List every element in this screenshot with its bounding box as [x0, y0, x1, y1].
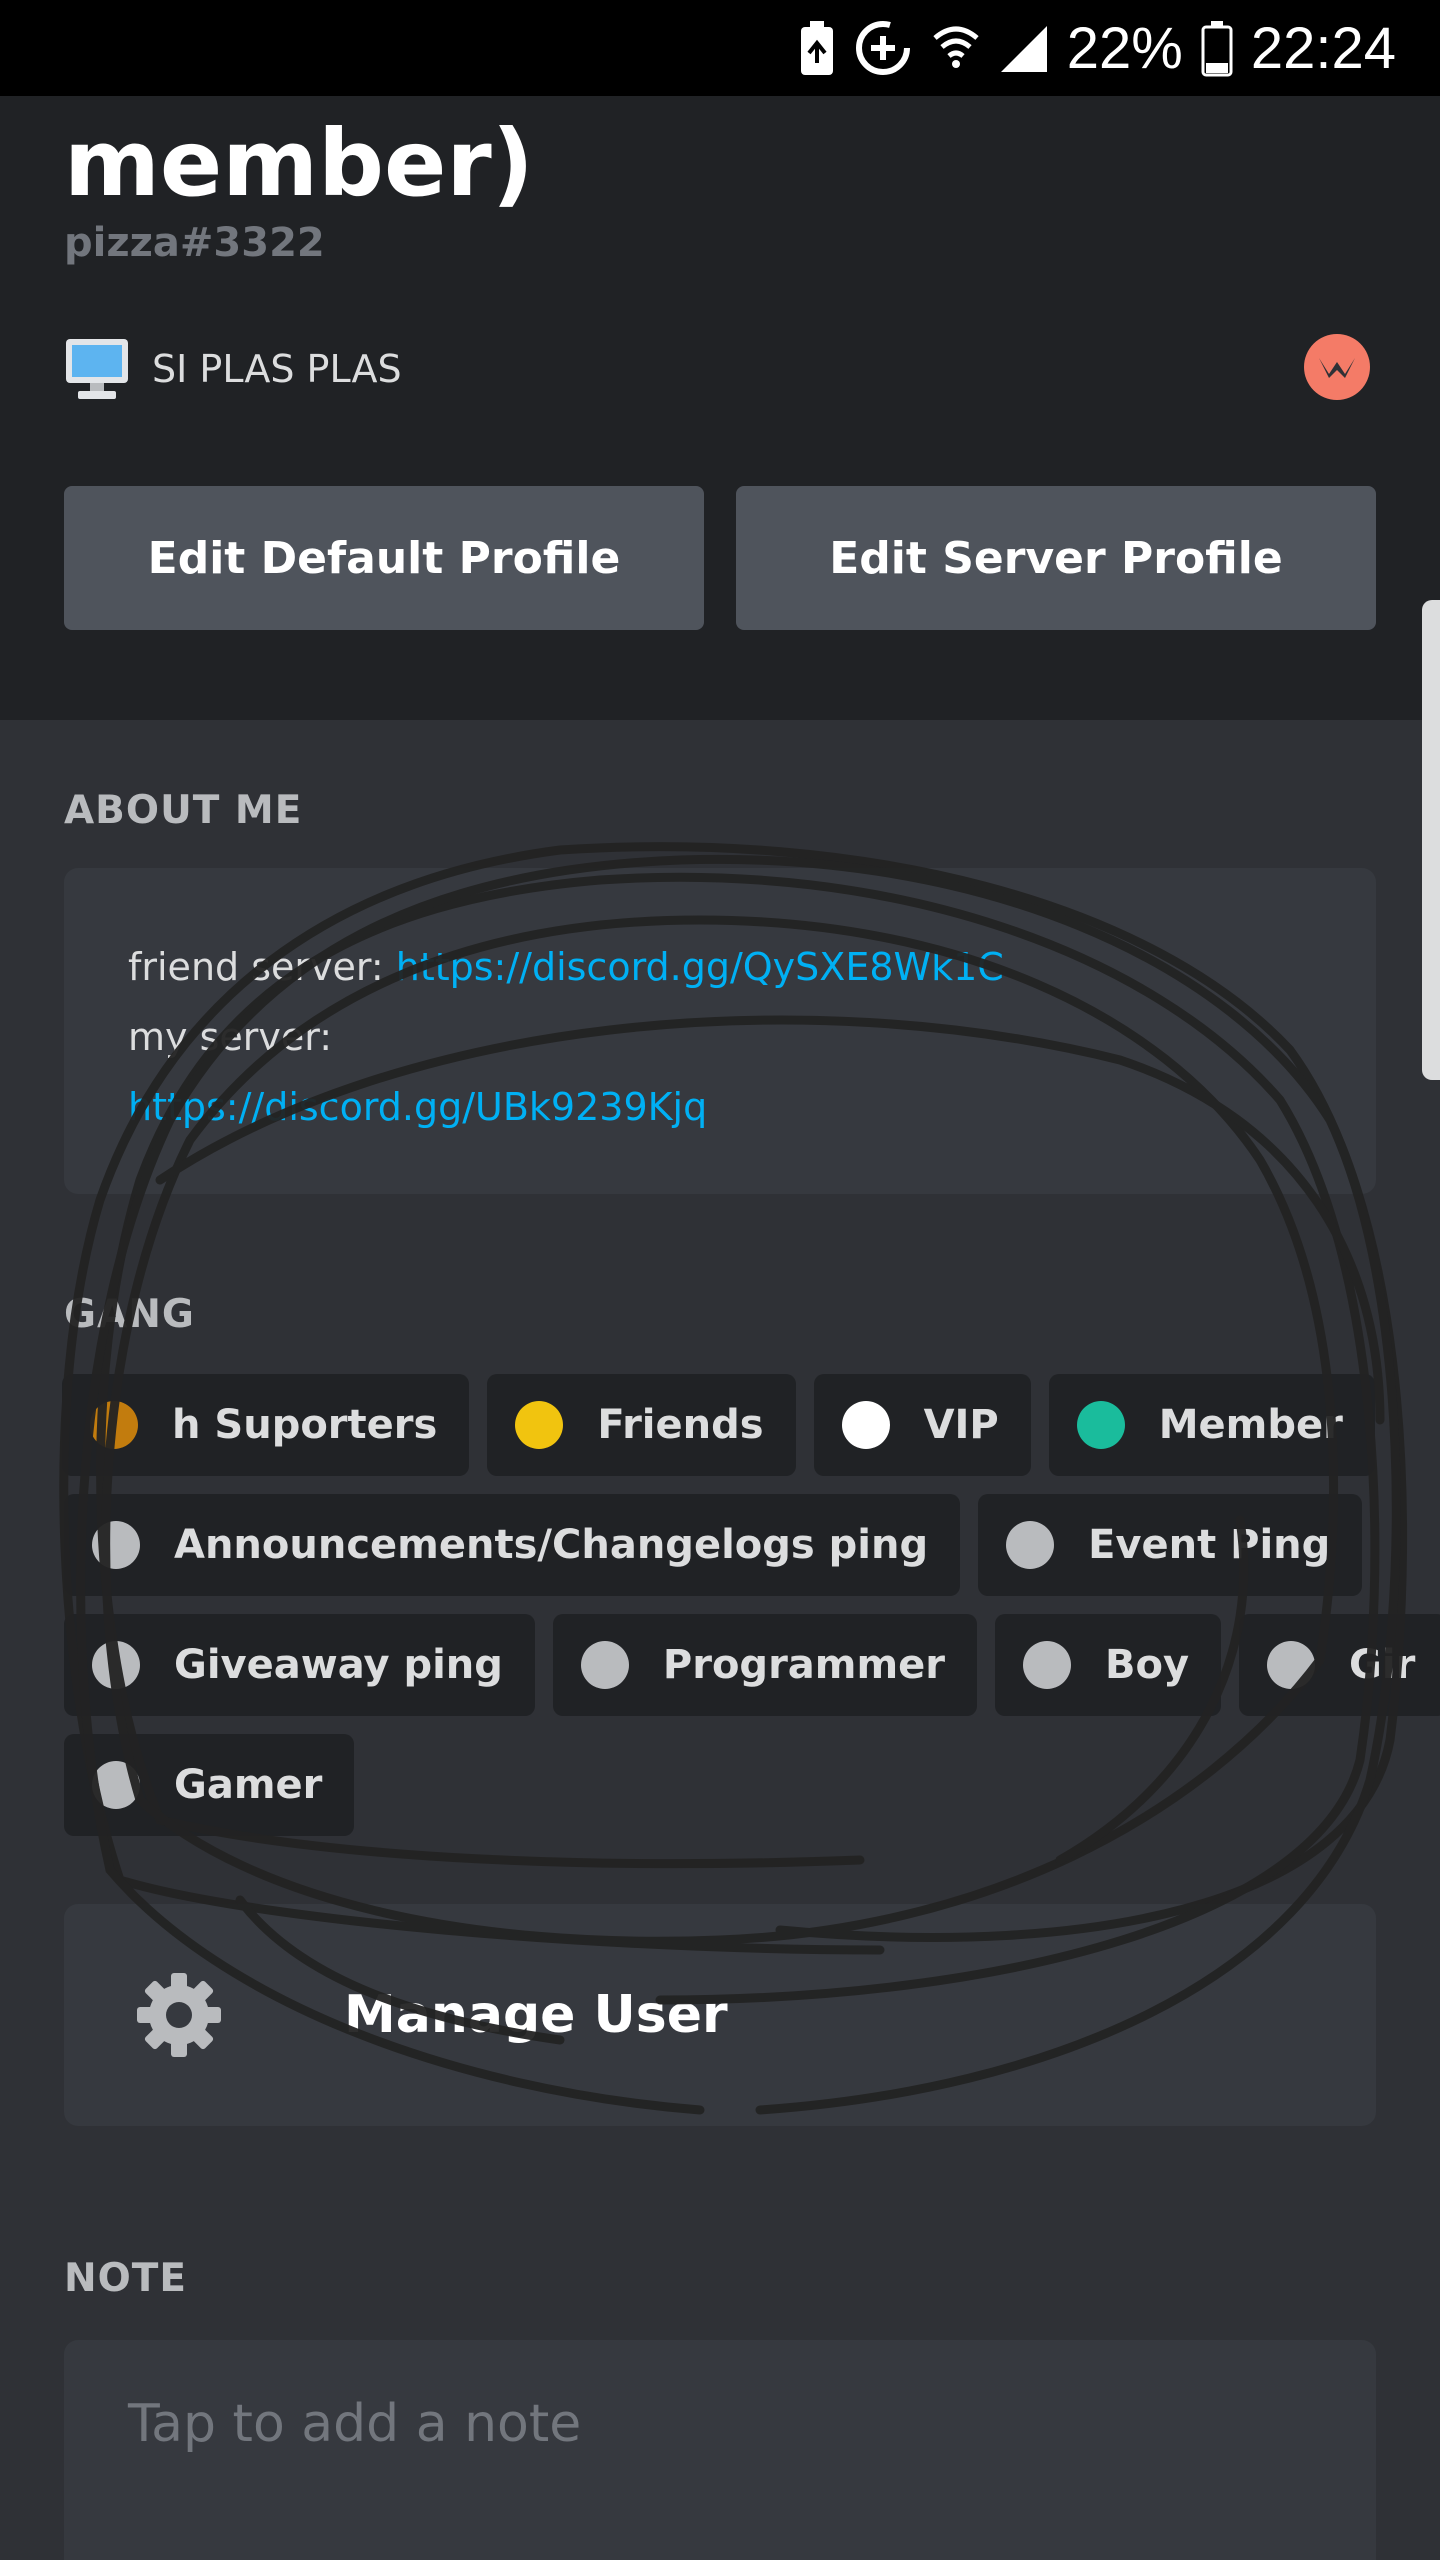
- cellular-signal-icon: [999, 22, 1049, 74]
- scrollbar[interactable]: [1422, 600, 1440, 1080]
- role-label: Gamer: [174, 1762, 323, 1808]
- roles-heading: GANG: [64, 1292, 195, 1337]
- clock: 22:24: [1250, 15, 1396, 81]
- battery-percent: 22%: [1066, 15, 1183, 81]
- role-color-dot: [92, 1761, 140, 1809]
- status-bar: 22% 22:24: [0, 0, 1440, 96]
- role-label: VIP: [923, 1402, 999, 1448]
- note-heading: NOTE: [64, 2256, 188, 2301]
- role-color-dot: [1076, 1401, 1125, 1449]
- role-chip[interactable]: VIP: [813, 1374, 1031, 1476]
- role-label: h Suporters: [172, 1402, 438, 1448]
- role-color-dot: [515, 1401, 564, 1449]
- role-label: Event Ping: [1088, 1522, 1331, 1568]
- role-chip[interactable]: Announcements/Changelogs ping: [64, 1494, 961, 1596]
- about-me-box: friend server: https://discord.gg/QySXE8…: [64, 868, 1376, 1194]
- role-color-dot: [580, 1641, 629, 1689]
- my-server-link[interactable]: https://discord.gg/UBk9239Kjq: [128, 1072, 1312, 1142]
- role-color-dot: [1023, 1641, 1071, 1689]
- role-color-dot: [92, 1521, 140, 1569]
- role-chip[interactable]: Gir: [1239, 1614, 1440, 1716]
- about-me-heading: ABOUT ME: [64, 788, 303, 833]
- desktop-monitor-icon: [66, 339, 128, 399]
- profile-header: member) pizza#3322 SI PLAS PLAS Edit Def…: [0, 96, 1440, 720]
- role-label: Gir: [1349, 1642, 1416, 1688]
- battery-saver-icon: [799, 19, 835, 77]
- role-chip[interactable]: h Suporters: [62, 1374, 470, 1476]
- manage-user-label: Manage User: [344, 1985, 728, 2045]
- about-line-1: friend server: https://discord.gg/QySXE8…: [128, 932, 1312, 1002]
- role-list: h Suporters Friends VIP Member Announcem…: [62, 1374, 1440, 1854]
- activity-text: SI PLAS PLAS: [152, 347, 402, 391]
- role-label: Boy: [1105, 1642, 1190, 1688]
- role-color-dot: [90, 1401, 138, 1449]
- user-tag: pizza#3322: [64, 220, 325, 266]
- display-name: member): [64, 110, 534, 217]
- role-chip[interactable]: Boy: [995, 1614, 1222, 1716]
- role-label: Programmer: [662, 1642, 945, 1688]
- role-chip[interactable]: Giveaway ping: [64, 1614, 535, 1716]
- role-color-dot: [841, 1401, 890, 1449]
- edit-buttons: Edit Default Profile Edit Server Profile: [64, 486, 1376, 630]
- about-my-server-label: my server:: [128, 1015, 333, 1059]
- role-label: Friends: [597, 1402, 764, 1448]
- role-color-dot: [1006, 1521, 1055, 1569]
- wifi-icon: [931, 22, 981, 74]
- edit-default-profile-button[interactable]: Edit Default Profile: [64, 486, 704, 630]
- bug-hunter-badge-icon[interactable]: [1304, 334, 1370, 400]
- data-saver-icon: [853, 18, 913, 78]
- note-input[interactable]: Tap to add a note: [64, 2340, 1376, 2560]
- about-friend-server-label: friend server:: [128, 945, 396, 989]
- role-color-dot: [1267, 1641, 1316, 1689]
- manage-user-button[interactable]: Manage User: [64, 1904, 1376, 2126]
- role-label: Member: [1158, 1402, 1343, 1448]
- role-chip[interactable]: Member: [1048, 1374, 1375, 1476]
- role-chip[interactable]: Event Ping: [978, 1494, 1363, 1596]
- gear-icon: [137, 1973, 221, 2057]
- role-chip[interactable]: Friends: [487, 1374, 796, 1476]
- role-chip[interactable]: Gamer: [64, 1734, 355, 1836]
- friend-server-link[interactable]: https://discord.gg/QySXE8Wk1C: [396, 945, 1004, 989]
- role-label: Announcements/Changelogs ping: [174, 1522, 929, 1568]
- edit-server-profile-button[interactable]: Edit Server Profile: [736, 486, 1376, 630]
- role-chip[interactable]: Programmer: [552, 1614, 977, 1716]
- battery-icon: [1201, 19, 1233, 77]
- activity-row: SI PLAS PLAS: [64, 334, 1376, 404]
- role-color-dot: [92, 1641, 140, 1689]
- role-label: Giveaway ping: [174, 1642, 503, 1688]
